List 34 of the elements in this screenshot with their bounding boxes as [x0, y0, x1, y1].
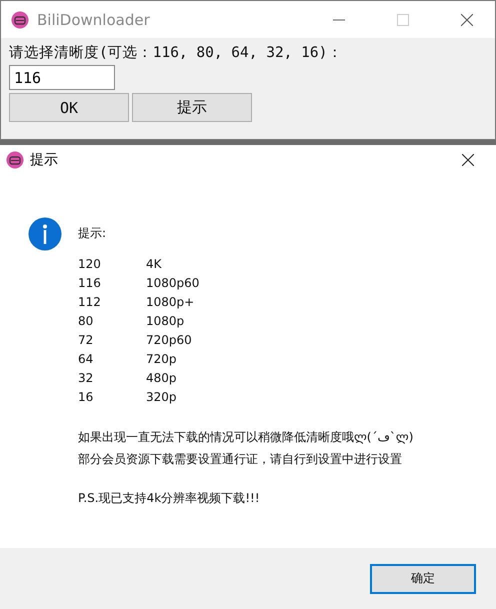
- note-text: 部分会员资源下载需要设置通行证，请自行到设置中进行设置: [78, 451, 403, 468]
- maximize-icon: [397, 14, 409, 26]
- window-title: BiliDownloader: [37, 10, 151, 28]
- quality-name: 320p: [146, 390, 178, 404]
- dialog-title: 提示: [30, 151, 59, 169]
- app-logo-icon: [11, 10, 29, 28]
- close-icon: [461, 14, 473, 26]
- quality-name: 1080p60: [146, 276, 200, 290]
- quality-code: 112: [78, 295, 102, 309]
- note-text: 如果出现一直无法下载的情况可以稍微降低清晰度哦ლ(´ڡ`ლ): [78, 429, 414, 446]
- quality-code: 32: [78, 371, 94, 385]
- quality-code: 16: [78, 390, 94, 404]
- confirm-button[interactable]: 确定: [370, 564, 476, 594]
- quality-code: 120: [78, 257, 102, 271]
- dialog-heading: 提示:: [78, 225, 108, 242]
- close-icon: [462, 154, 474, 166]
- info-icon: [28, 217, 62, 251]
- quality-name: 720p: [146, 352, 178, 366]
- app-logo-icon: [6, 151, 24, 169]
- ps-text: P.S.现已支持4k分辨率视频下载!!!: [78, 490, 261, 507]
- prompt-label: 请选择清晰度(可选：116, 80, 64, 32, 16)：: [9, 44, 344, 62]
- quality-name: 720p60: [146, 333, 193, 347]
- quality-name: 1080p+: [146, 295, 196, 309]
- quality-code: 80: [78, 314, 94, 328]
- ok-button[interactable]: OK: [9, 93, 129, 122]
- input-field[interactable]: 116: [9, 65, 115, 90]
- minimize-icon: [333, 18, 345, 20]
- hint-button[interactable]: 提示: [132, 93, 252, 122]
- quality-code: 64: [78, 352, 94, 366]
- quality-code: 72: [78, 333, 94, 347]
- quality-name: 4K: [146, 257, 163, 271]
- quality-name: 1080p: [146, 314, 186, 328]
- quality-name: 480p: [146, 371, 178, 385]
- quality-code: 116: [78, 276, 102, 290]
